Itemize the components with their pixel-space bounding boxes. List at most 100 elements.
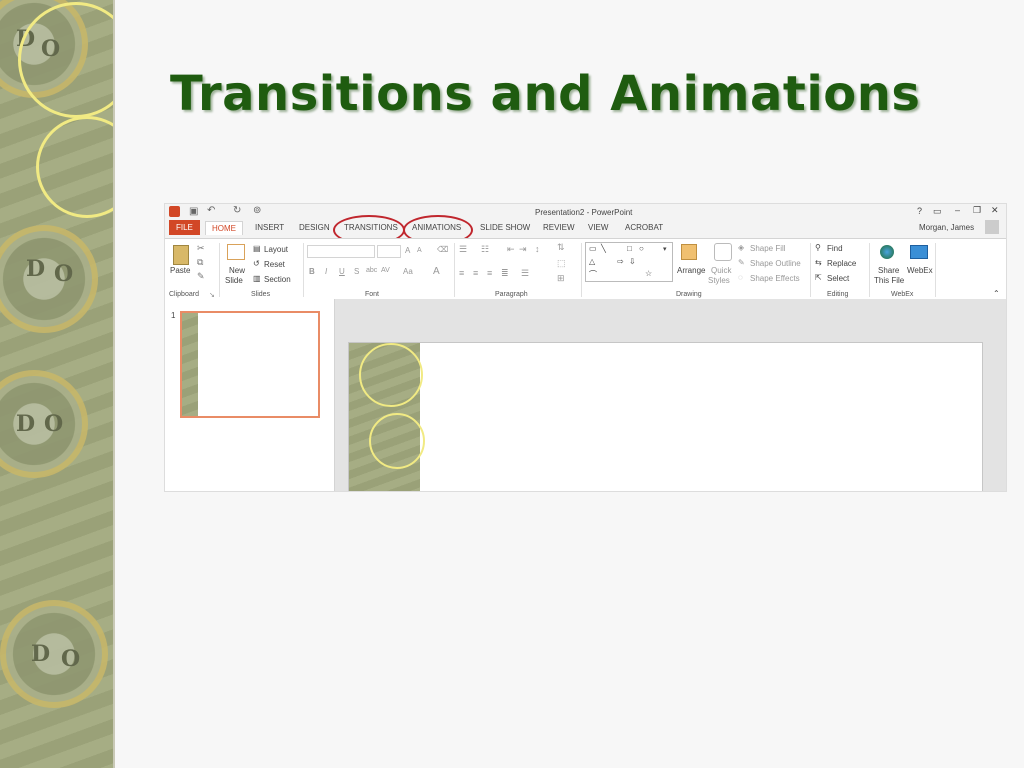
close-icon[interactable]: ✕ xyxy=(991,205,999,216)
font-family-dropdown[interactable] xyxy=(307,245,375,258)
section-button[interactable]: Section xyxy=(264,275,291,284)
slide-thumbnail[interactable] xyxy=(180,311,320,418)
font-size-dropdown[interactable] xyxy=(377,245,401,258)
arrange-button[interactable]: Arrange xyxy=(677,266,705,275)
shrink-font-button[interactable]: A xyxy=(417,247,422,254)
copy-icon[interactable]: ⧉ xyxy=(197,257,203,268)
slide-editing-area xyxy=(335,299,1006,491)
new-slide-button[interactable]: New xyxy=(229,266,245,275)
new-slide-icon[interactable] xyxy=(227,244,245,260)
share-file-button-line2[interactable]: This File xyxy=(874,276,904,285)
paste-icon[interactable] xyxy=(173,245,189,265)
thumbnail-seal-band xyxy=(182,313,198,416)
home-ribbon: Paste ✂ ⧉ ✎ Clipboard ↘ New Slide ▤ Layo… xyxy=(165,238,1006,300)
bullets-icon[interactable]: ☰ xyxy=(459,244,467,255)
underline-button[interactable]: U xyxy=(339,267,345,276)
tab-design[interactable]: DESIGN xyxy=(299,223,330,232)
shape-arrow-icon[interactable]: ⇨ xyxy=(617,257,624,266)
increase-indent-icon[interactable]: ⇥ xyxy=(519,244,527,255)
group-separator xyxy=(869,243,870,297)
align-left-icon[interactable]: ≡ xyxy=(459,268,464,278)
group-separator xyxy=(219,243,220,297)
cut-icon[interactable]: ✂ xyxy=(197,243,205,254)
columns-icon[interactable]: ☰ xyxy=(521,268,529,279)
clear-formatting-icon[interactable]: ⌫ xyxy=(437,245,448,254)
user-name[interactable]: Morgan, James xyxy=(919,223,974,232)
format-painter-icon[interactable]: ✎ xyxy=(197,271,205,282)
shape-effects-button[interactable]: Shape Effects xyxy=(750,274,800,283)
shape-textbox-icon[interactable]: ▭ xyxy=(589,244,597,253)
save-icon[interactable]: ▣ xyxy=(189,206,198,217)
align-right-icon[interactable]: ≡ xyxy=(487,268,492,278)
tab-review[interactable]: REVIEW xyxy=(543,223,575,232)
tab-view[interactable]: VIEW xyxy=(588,223,608,232)
slide-canvas[interactable] xyxy=(348,342,983,491)
group-label-font: Font xyxy=(365,291,380,298)
webex-icon[interactable] xyxy=(910,245,928,259)
tab-acrobat[interactable]: ACROBAT xyxy=(625,223,663,232)
quick-styles-button-line2[interactable]: Styles xyxy=(708,276,730,285)
character-spacing-icon[interactable]: AV xyxy=(381,267,390,274)
text-direction-icon[interactable]: ⇅ xyxy=(557,242,565,253)
share-file-button[interactable]: Share xyxy=(878,266,899,275)
layout-button[interactable]: Layout xyxy=(264,245,288,254)
webex-button[interactable]: WebEx xyxy=(907,266,933,275)
italic-button[interactable]: I xyxy=(325,267,327,276)
text-shadow-button[interactable]: S xyxy=(354,267,359,276)
numbering-icon[interactable]: ☷ xyxy=(481,244,489,255)
avatar[interactable] xyxy=(985,220,999,234)
powerpoint-app-icon[interactable] xyxy=(169,206,180,217)
tab-slide-show[interactable]: SLIDE SHOW xyxy=(480,223,530,232)
tab-file[interactable]: FILE xyxy=(169,220,200,235)
start-slideshow-icon[interactable]: ⊚ xyxy=(253,205,261,216)
new-slide-button-line2[interactable]: Slide xyxy=(225,276,243,285)
shape-outline-button[interactable]: Shape Outline xyxy=(750,259,801,268)
decorative-ring xyxy=(36,116,113,218)
redo-icon[interactable]: ↻ xyxy=(233,205,241,216)
shape-rectangle-icon[interactable]: □ xyxy=(627,244,632,253)
minimize-icon[interactable]: – xyxy=(955,205,960,215)
replace-button[interactable]: Replace xyxy=(827,259,856,268)
strikethrough-icon[interactable]: abc xyxy=(366,267,377,274)
arrange-icon[interactable] xyxy=(681,244,697,260)
change-case-button[interactable]: Aa xyxy=(403,267,413,276)
gallery-scroll-icon[interactable]: ▾ xyxy=(663,245,667,253)
smartart-icon[interactable]: ⊞ xyxy=(557,273,565,284)
shape-fill-button[interactable]: Shape Fill xyxy=(750,244,786,253)
find-icon: ⚲ xyxy=(815,243,821,252)
ribbon-display-icon[interactable]: ▭ xyxy=(933,206,942,217)
shape-curve-icon[interactable]: ⌒ xyxy=(589,269,597,280)
paste-button[interactable]: Paste xyxy=(170,266,190,275)
shape-down-arrow-icon[interactable]: ⇩ xyxy=(629,257,636,266)
shape-oval-icon[interactable]: ○ xyxy=(639,244,644,253)
justify-icon[interactable]: ≣ xyxy=(501,268,509,279)
undo-icon[interactable]: ↶ xyxy=(207,205,215,216)
tab-home[interactable]: HOME xyxy=(205,221,243,235)
decrease-indent-icon[interactable]: ⇤ xyxy=(507,244,515,255)
tab-insert[interactable]: INSERT xyxy=(255,223,284,232)
slide-title: Transitions and Animations xyxy=(170,66,921,122)
restore-icon[interactable]: ❐ xyxy=(973,205,981,216)
layout-icon: ▤ xyxy=(253,244,261,253)
reset-button[interactable]: Reset xyxy=(264,260,285,269)
slide-thumbnail-pane: 1 xyxy=(165,299,335,491)
dialog-launcher-icon[interactable]: ↘ xyxy=(209,291,215,299)
slide-number: 1 xyxy=(171,311,176,320)
help-button[interactable]: ? xyxy=(917,206,922,216)
quick-styles-button[interactable]: Quick xyxy=(711,266,731,275)
font-color-button[interactable]: A xyxy=(433,266,440,277)
select-button[interactable]: Select xyxy=(827,274,849,283)
globe-icon[interactable] xyxy=(880,245,894,259)
shape-effects-icon: ◌ xyxy=(738,273,743,282)
find-button[interactable]: Find xyxy=(827,244,843,253)
quick-styles-icon[interactable] xyxy=(714,243,732,261)
shape-line-icon[interactable]: ╲ xyxy=(601,244,606,253)
bold-button[interactable]: B xyxy=(309,267,315,276)
shape-triangle-icon[interactable]: △ xyxy=(589,257,595,266)
align-center-icon[interactable]: ≡ xyxy=(473,268,478,278)
align-text-icon[interactable]: ⬚ xyxy=(557,258,566,269)
shape-star-icon[interactable]: ☆ xyxy=(645,269,652,278)
collapse-ribbon-icon[interactable]: ⌃ xyxy=(993,289,1000,298)
line-spacing-icon[interactable]: ↕ xyxy=(535,244,540,254)
grow-font-button[interactable]: A xyxy=(405,246,410,255)
